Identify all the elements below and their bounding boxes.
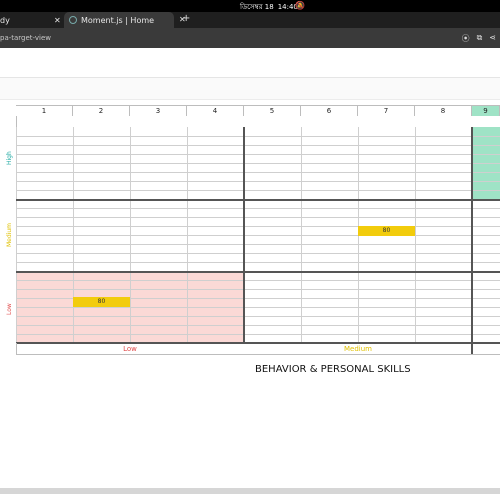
grid-row-line (16, 154, 500, 155)
column-header: 7 (358, 105, 415, 116)
row-label-low: Low (6, 303, 13, 315)
grid-row-line (16, 226, 500, 227)
grid-row-line (16, 334, 500, 335)
x-axis-title: BEHAVIOR & PERSONAL SKILLS (255, 364, 411, 375)
column-header: 2 (73, 105, 130, 116)
row-label-high: High (6, 151, 13, 165)
band-separator (16, 199, 500, 201)
grid-column-line (130, 127, 131, 343)
column-separator (471, 127, 473, 355)
column-header: 3 (130, 105, 187, 116)
column-header: 8 (415, 105, 472, 116)
grid-row-line (16, 280, 500, 281)
grid-row-line (16, 136, 500, 137)
close-tab-icon[interactable]: ✕ (54, 16, 61, 25)
tab-1-label: dy (0, 15, 10, 25)
horizontal-scrollbar[interactable] (0, 488, 500, 494)
grid-row-line (16, 235, 500, 236)
column-header: 5 (244, 105, 301, 116)
grid-column-line (73, 127, 74, 343)
column-header: 9 (472, 105, 500, 116)
bottom-label-low: Low (123, 345, 137, 353)
column-header: 4 (187, 105, 244, 116)
grid-column-line (415, 127, 416, 343)
new-tab-icon[interactable]: + (182, 13, 190, 24)
tab-2[interactable]: Moment.js | Home (64, 12, 174, 28)
band-separator (16, 271, 500, 273)
column-separator (243, 127, 245, 344)
tab-1[interactable]: dy ✕ (0, 12, 64, 28)
grid-row-line (16, 289, 500, 290)
location-icon[interactable]: ⦿ (462, 33, 470, 44)
column-header: 1 (16, 105, 73, 116)
os-top-bar: ডিসেম্বর 18 14:40 🔕 (0, 0, 500, 12)
grid-column-line (301, 127, 302, 343)
share-icon[interactable]: ⋖ (489, 33, 496, 44)
moment-favicon-icon (69, 16, 77, 24)
grid-column-line (16, 127, 17, 343)
grid-row-line (16, 181, 500, 182)
grid-row-line (16, 262, 500, 263)
url-text[interactable]: pa-target-view (0, 34, 51, 42)
grid-row-line (16, 145, 500, 146)
open-external-icon[interactable]: ⧉ (477, 33, 483, 44)
column-header: 6 (301, 105, 358, 116)
browser-tab-strip: dy ✕ Moment.js | Home ✕ + (0, 12, 500, 28)
score-badge[interactable]: 80 (358, 226, 415, 236)
address-bar[interactable]: pa-target-view ⦿ ⧉ ⋖ (0, 28, 500, 48)
bottom-label-medium: Medium (344, 345, 372, 353)
grid-row-line (16, 172, 500, 173)
grid-row-line (16, 325, 500, 326)
grid-row-line (16, 244, 500, 245)
grid-row-line (16, 253, 500, 254)
grid-row-line (16, 316, 500, 317)
grid-row-line (16, 217, 500, 218)
score-badge[interactable]: 80 (73, 297, 130, 307)
row-label-medium: Medium (6, 223, 13, 247)
tab-2-label: Moment.js | Home (81, 15, 155, 25)
grid-row-line (16, 190, 500, 191)
grid-column-line (187, 127, 188, 343)
page-subheader (0, 78, 500, 100)
grid-row-line (16, 208, 500, 209)
notifications-muted-icon[interactable]: 🔕 (295, 1, 305, 10)
grid-row-line (16, 163, 500, 164)
grid-row-line (16, 307, 500, 308)
page-header (0, 48, 500, 78)
